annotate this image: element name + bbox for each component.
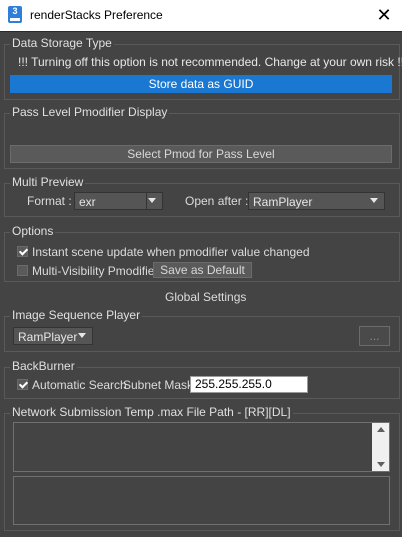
auto-search-label[interactable]: Automatic Search [32, 378, 127, 392]
pass-level-label: Pass Level Pmodifier Display [10, 105, 170, 119]
browse-button[interactable]: ... [359, 326, 390, 346]
options-label: Options [10, 224, 56, 238]
scroll-up-icon[interactable] [377, 427, 385, 432]
open-after-label: Open after : [185, 194, 249, 208]
textarea-scrollbar[interactable] [372, 423, 389, 471]
multi-preview-label: Multi Preview [10, 175, 86, 189]
network-secondary-textarea[interactable] [13, 476, 390, 525]
chevron-down-icon [370, 198, 378, 203]
format-dropdown[interactable]: exr [74, 192, 163, 210]
data-storage-warning: !!! Turning off this option is not recom… [18, 55, 402, 69]
backburner-label: BackBurner [10, 359, 77, 373]
network-path-textarea[interactable] [13, 422, 390, 472]
select-pmod-button[interactable]: Select Pmod for Pass Level [10, 145, 392, 163]
global-settings-label: Global Settings [165, 290, 247, 304]
image-player-value: RamPlayer [18, 330, 78, 344]
data-storage-label: Data Storage Type [10, 36, 114, 50]
save-default-button[interactable]: Save as Default [153, 262, 252, 278]
instant-update-label[interactable]: Instant scene update when pmodifier valu… [32, 245, 310, 259]
subnet-mask-label: Subnet Mask [123, 378, 194, 392]
image-sequence-label: Image Sequence Player [10, 308, 143, 322]
auto-search-checkbox[interactable] [17, 379, 28, 390]
instant-update-checkbox[interactable] [17, 246, 28, 257]
window-title: renderStacks Preference [30, 8, 163, 22]
scroll-down-icon[interactable] [377, 462, 385, 467]
format-label: Format : [27, 194, 72, 208]
image-player-dropdown[interactable]: RamPlayer [13, 327, 93, 345]
close-icon[interactable]: ✕ [366, 0, 402, 31]
app-icon-number: 3 [12, 6, 18, 16]
subnet-mask-input[interactable]: 255.255.255.0 [190, 376, 308, 393]
multi-visibility-label[interactable]: Multi-Visibility Pmodifier [32, 264, 158, 278]
open-after-dropdown[interactable]: RamPlayer [248, 192, 385, 210]
app-icon: 3 [8, 6, 22, 23]
format-value: exr [79, 195, 96, 209]
store-guid-button[interactable]: Store data as GUID [10, 75, 392, 93]
multi-visibility-checkbox[interactable] [17, 265, 28, 276]
chevron-down-icon [78, 333, 86, 338]
title-bar: 3 renderStacks Preference ✕ [0, 0, 402, 32]
chevron-down-icon [148, 198, 156, 203]
open-after-value: RamPlayer [253, 195, 313, 209]
network-label: Network Submission Temp .max File Path -… [10, 405, 293, 419]
